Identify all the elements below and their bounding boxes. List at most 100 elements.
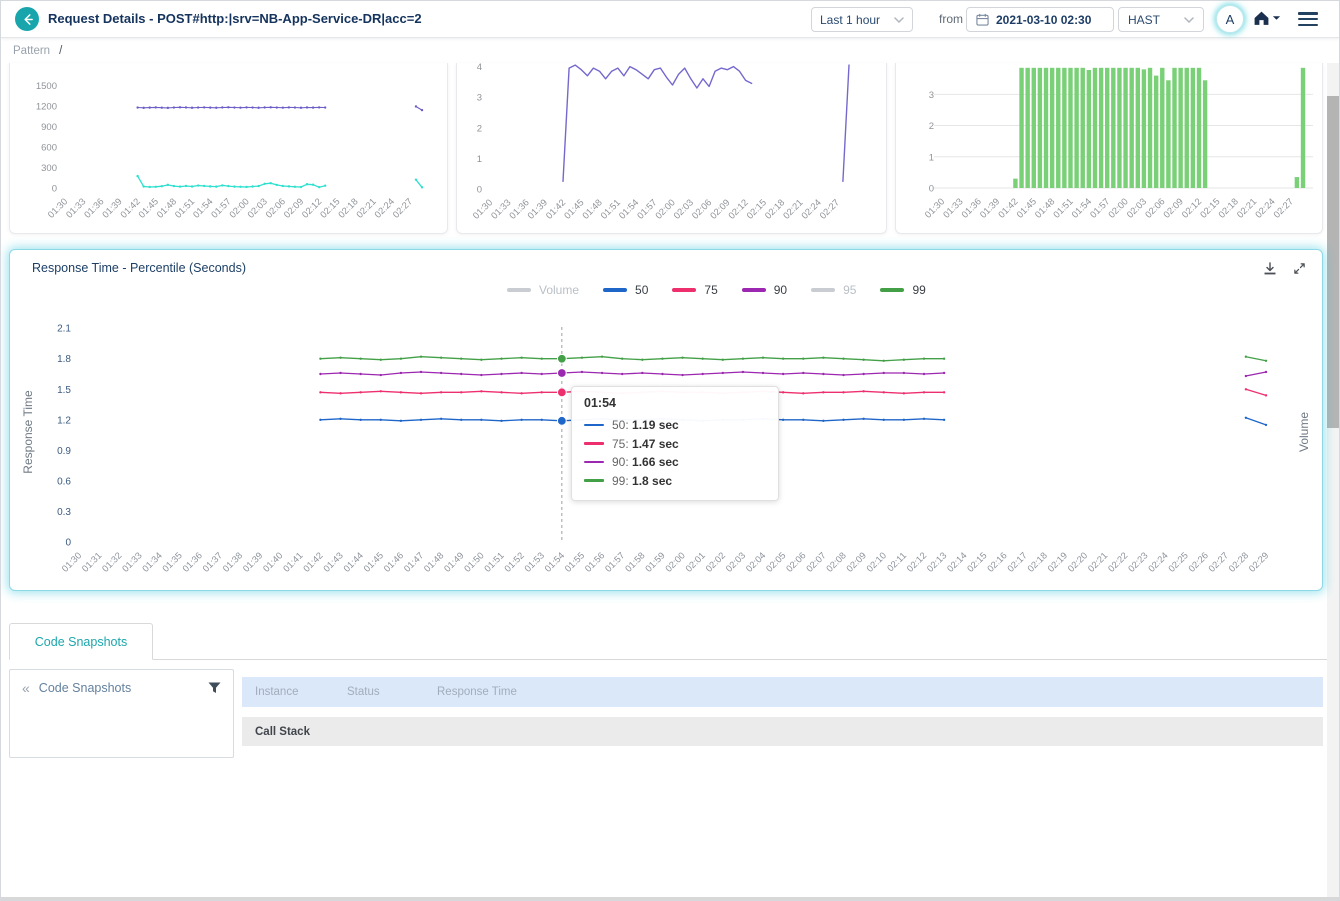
svg-text:01:43: 01:43 [321, 550, 345, 574]
scrollbar-thumb[interactable] [1327, 96, 1339, 428]
svg-text:1: 1 [477, 154, 482, 165]
svg-text:02:24: 02:24 [799, 197, 823, 221]
response-mini-chart-panel: 0 1 2 3 4 01:30 01:33 01:36 01:39 01:42 01:45 01:48… [456, 63, 887, 234]
time-range-select[interactable]: Last 1 hour [811, 7, 913, 32]
svg-text:01:45: 01:45 [137, 196, 161, 220]
response-time-percentile-panel: Response Time - Percentile (Seconds) Vol… [9, 249, 1323, 591]
svg-text:02:15: 02:15 [745, 197, 769, 221]
code-snapshots-side-panel: « Code Snapshots [9, 669, 234, 758]
svg-text:02:02: 02:02 [704, 550, 728, 574]
top-right-chart[interactable]: 012301:3001:3301:3601:3901:4201:4501:480… [896, 63, 1322, 232]
svg-text:01:33: 01:33 [489, 197, 513, 221]
header-bar: Request Details - POST#http:|srv=NB-App-… [1, 1, 1339, 38]
svg-text:02:17: 02:17 [1005, 550, 1029, 574]
chevron-down-icon [1184, 16, 1194, 23]
column-instance: Instance [255, 686, 299, 698]
svg-text:01:30: 01:30 [46, 196, 70, 220]
svg-text:02:12: 02:12 [726, 197, 750, 221]
svg-text:01:30: 01:30 [923, 196, 947, 220]
svg-text:02:21: 02:21 [1235, 196, 1259, 220]
from-label: from [939, 12, 963, 26]
tooltip-row: 90: 1.66 sec [584, 455, 766, 469]
svg-text:0: 0 [52, 184, 57, 195]
tooltip-time: 01:54 [584, 396, 616, 410]
svg-text:01:41: 01:41 [281, 550, 305, 574]
svg-text:01:40: 01:40 [261, 550, 285, 574]
svg-text:02:00: 02:00 [1106, 196, 1130, 220]
top-left-chart[interactable]: 03006009001200150001:3001:3301:3601:3901… [10, 63, 447, 232]
svg-text:01:45: 01:45 [362, 550, 386, 574]
svg-text:02:26: 02:26 [1187, 550, 1211, 574]
breadcrumb-section[interactable]: Pattern [13, 45, 50, 57]
chevron-down-icon [894, 16, 904, 23]
svg-text:01:57: 01:57 [1088, 196, 1112, 220]
home-menu[interactable] [1253, 10, 1281, 26]
svg-text:02:00: 02:00 [653, 197, 677, 221]
svg-text:02:21: 02:21 [354, 196, 378, 220]
svg-text:01:51: 01:51 [1051, 196, 1075, 220]
svg-text:02:06: 02:06 [784, 550, 808, 574]
svg-text:02:27: 02:27 [1272, 196, 1296, 220]
calendar-icon [976, 13, 989, 26]
volume-mini-chart-panel: 0 300 600 900 1200 1500 01:30 01:33 01:36 01:39 01… [9, 63, 448, 234]
svg-text:02:03: 02:03 [724, 550, 748, 574]
svg-text:01:42: 01:42 [301, 550, 325, 574]
svg-text:01:46: 01:46 [382, 550, 406, 574]
svg-text:01:54: 01:54 [1070, 196, 1094, 220]
svg-text:02:22: 02:22 [1106, 550, 1130, 574]
collapse-icon[interactable]: « [22, 680, 30, 696]
svg-text:01:51: 01:51 [482, 550, 506, 574]
svg-text:3: 3 [477, 93, 482, 104]
hamburger-menu-icon[interactable] [1298, 12, 1318, 29]
svg-text:02:24: 02:24 [373, 196, 397, 220]
tooltip-row: 75: 1.47 sec [584, 437, 766, 451]
svg-text:02:00: 02:00 [227, 196, 251, 220]
svg-text:01:51: 01:51 [599, 197, 623, 221]
svg-text:01:36: 01:36 [82, 196, 106, 220]
side-panel-title: Code Snapshots [38, 681, 132, 695]
svg-text:02:09: 02:09 [282, 196, 306, 220]
column-status: Status [347, 686, 380, 698]
top-middle-chart[interactable]: 0 1 2 3 4 01:3001:3301:3601:3901:4201:4501:48… [457, 63, 886, 232]
svg-text:01:52: 01:52 [503, 550, 527, 574]
svg-text:01:35: 01:35 [160, 550, 184, 574]
svg-text:02:11: 02:11 [885, 550, 908, 573]
svg-text:3: 3 [929, 90, 934, 101]
svg-text:0: 0 [929, 184, 934, 195]
svg-text:02:27: 02:27 [391, 196, 415, 220]
svg-text:02:24: 02:24 [1146, 550, 1170, 574]
svg-text:01:57: 01:57 [635, 197, 659, 221]
svg-text:02:12: 02:12 [905, 550, 929, 574]
svg-text:02:08: 02:08 [824, 550, 848, 574]
svg-text:01:48: 01:48 [580, 197, 604, 221]
svg-text:1.2: 1.2 [57, 415, 71, 426]
svg-text:01:33: 01:33 [64, 196, 88, 220]
svg-text:02:27: 02:27 [1207, 550, 1231, 574]
datetime-picker[interactable]: 2021-03-10 02:30 [966, 7, 1114, 32]
svg-text:02:12: 02:12 [300, 196, 324, 220]
tab-code-snapshots[interactable]: Code Snapshots [9, 623, 153, 660]
call-stack-header: Call Stack [242, 717, 1323, 746]
svg-text:0.6: 0.6 [57, 476, 71, 487]
svg-text:01:37: 01:37 [201, 550, 225, 574]
bar-mini-chart-panel: 0 1 2 3 01:30 01:33 01:36 01:39 01:42 01:45 01:48 0… [895, 63, 1323, 234]
svg-text:02:18: 02:18 [763, 197, 787, 221]
svg-text:02:18: 02:18 [1217, 196, 1241, 220]
svg-text:01:50: 01:50 [462, 550, 486, 574]
back-button[interactable] [15, 7, 39, 31]
svg-text:01:45: 01:45 [1015, 196, 1039, 220]
svg-text:4: 4 [477, 63, 482, 73]
svg-text:1.5: 1.5 [57, 385, 71, 396]
avatar[interactable]: A [1216, 5, 1244, 33]
timezone-select[interactable]: HAST [1118, 7, 1204, 32]
svg-text:02:18: 02:18 [336, 196, 360, 220]
svg-text:0: 0 [477, 185, 482, 196]
svg-text:02:14: 02:14 [945, 550, 969, 574]
svg-text:02:16: 02:16 [985, 550, 1009, 574]
svg-text:01:39: 01:39 [978, 196, 1002, 220]
svg-text:02:29: 02:29 [1247, 550, 1271, 574]
filter-icon[interactable] [208, 682, 221, 694]
svg-text:02:10: 02:10 [865, 550, 889, 574]
svg-text:01:59: 01:59 [643, 550, 667, 574]
svg-text:0.3: 0.3 [57, 507, 71, 518]
